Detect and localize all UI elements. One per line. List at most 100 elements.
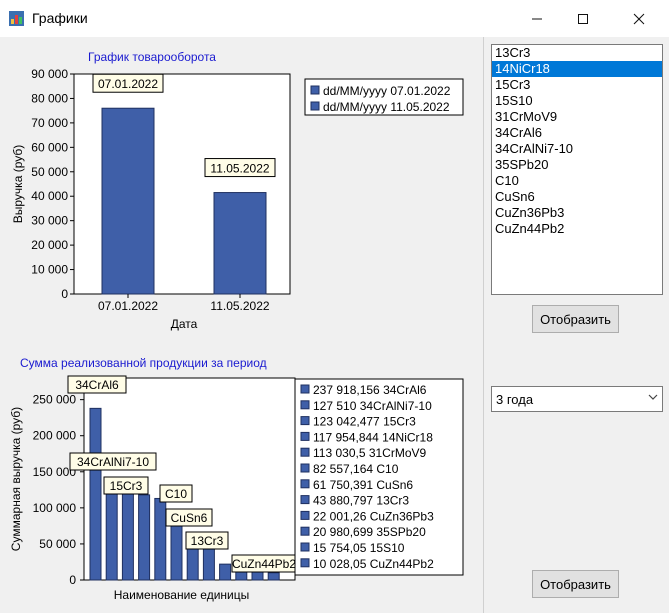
legend-entry: 15 754,05 15S10 — [313, 541, 405, 555]
bar[interactable] — [213, 192, 267, 295]
list-item[interactable]: 34CrAlNi7-10 — [492, 141, 662, 157]
minimize-icon — [532, 18, 542, 19]
chevron-down-icon[interactable] — [648, 392, 658, 405]
legend-entry: 43 880,797 13Cr3 — [313, 494, 409, 508]
legend-swatch — [310, 85, 320, 95]
chart-title: График товарооборота — [88, 50, 216, 64]
list-item[interactable]: 15S10 — [492, 93, 662, 109]
y-axis-label: Выручка (руб) — [11, 145, 25, 223]
sales-sum-chart: Сумма реализованной продукции за период 2… — [0, 350, 480, 610]
data-label: CuZn44Pb2 — [232, 557, 296, 571]
y-tick-label: 200 000 — [33, 429, 77, 443]
data-label: 34CrAl6 — [75, 378, 119, 392]
bar[interactable] — [101, 107, 155, 295]
legend-swatch — [300, 479, 310, 489]
sales-sum-chart-svg: Сумма реализованной продукции за период 2… — [9, 356, 464, 602]
title-bar: Графики — [0, 0, 669, 37]
turnover-chart: График товарооборота 90 000 80 000 70 000 60… — [0, 44, 480, 344]
y-tick-label: 80 000 — [31, 91, 68, 105]
period-combobox-value: 3 года — [496, 392, 534, 407]
data-label: 07.01.2022 — [98, 77, 158, 91]
y-tick-label: 10 000 — [31, 263, 68, 277]
data-label: C10 — [165, 487, 187, 501]
legend-swatch — [300, 447, 310, 457]
bar[interactable] — [170, 519, 183, 581]
y-tick-label: 30 000 — [31, 214, 68, 228]
y-tick-label: 250 000 — [33, 393, 77, 407]
y-tick-label: 60 000 — [31, 140, 68, 154]
legend-swatch — [300, 384, 310, 394]
chart-title: Сумма реализованной продукции за период — [20, 356, 267, 370]
bar[interactable] — [202, 547, 215, 581]
bar[interactable] — [121, 490, 134, 581]
x-tick-label: 07.01.2022 — [98, 299, 158, 313]
list-item[interactable]: 15Cr3 — [492, 77, 662, 93]
legend-entry: dd/MM/yyyy 11.05.2022 — [323, 100, 450, 114]
y-axis-label: Суммарная выручка (руб) — [9, 407, 23, 551]
y-tick-label: 50 000 — [31, 165, 68, 179]
y-tick-label: 0 — [69, 573, 76, 587]
x-axis-label: Дата — [171, 317, 198, 331]
bar[interactable] — [267, 572, 280, 581]
list-item[interactable]: 14NiCr18 — [492, 61, 662, 77]
maximize-icon — [578, 13, 588, 24]
list-item[interactable]: 35SPb20 — [492, 157, 662, 173]
close-button[interactable] — [616, 0, 662, 37]
list-item[interactable]: CuZn44Pb2 — [492, 221, 662, 237]
list-item[interactable]: CuZn36Pb3 — [492, 205, 662, 221]
data-label: 11.05.2022 — [210, 162, 269, 176]
bar[interactable] — [138, 494, 151, 581]
list-item[interactable]: 31CrMoV9 — [492, 109, 662, 125]
window-title: Графики — [32, 10, 88, 26]
data-label: 13Cr3 — [191, 534, 224, 548]
legend-entry: 82 557,164 C10 — [313, 462, 399, 476]
y-tick-label: 90 000 — [31, 67, 68, 81]
splitter[interactable] — [483, 37, 484, 613]
y-tick-label: 0 — [61, 287, 68, 301]
turnover-chart-svg: График товарооборота 90 000 80 000 70 000 60… — [11, 50, 464, 331]
x-axis-label: Наименование единицы — [114, 588, 249, 602]
legend-swatch — [300, 463, 310, 473]
legend-entry: 117 954,844 14NiCr18 — [313, 430, 433, 444]
legend-entry: 113 030,5 31CrMoV9 — [313, 446, 427, 460]
bar[interactable] — [219, 563, 232, 581]
product-listbox[interactable]: 13Cr3 14NiCr18 15Cr3 15S10 31CrMoV9 34CrAl6 34… — [491, 44, 663, 295]
y-tick-label: 50 000 — [39, 537, 76, 551]
y-tick-label: 70 000 — [31, 116, 68, 130]
legend-swatch — [300, 431, 310, 441]
show-button-top[interactable]: Отобразить — [532, 305, 619, 333]
legend-entry: 127 510 34CrAlNi7-10 — [313, 399, 432, 413]
list-item[interactable]: C10 — [492, 173, 662, 189]
legend-swatch — [300, 542, 310, 552]
legend-swatch — [300, 400, 310, 410]
data-label: 34CrAlNi7-10 — [77, 455, 149, 469]
x-tick-label: 11.05.2022 — [210, 299, 269, 313]
bar[interactable] — [89, 407, 102, 581]
legend-entry: 10 028,05 CuZn44Pb2 — [313, 557, 434, 571]
minimize-button[interactable] — [514, 0, 560, 37]
maximize-button[interactable] — [560, 0, 606, 37]
legend-entry: dd/MM/yyyy 07.01.2022 — [323, 84, 451, 98]
app-icon — [9, 11, 24, 26]
y-tick-label: 20 000 — [31, 238, 68, 252]
legend-swatch — [300, 558, 310, 568]
legend-swatch — [300, 495, 310, 505]
bar[interactable] — [105, 487, 118, 581]
data-label: 15Cr3 — [110, 479, 143, 493]
list-item[interactable]: CuSn6 — [492, 189, 662, 205]
period-combobox[interactable]: 3 года — [491, 386, 663, 412]
show-button-bottom[interactable]: Отобразить — [532, 570, 619, 598]
close-icon — [633, 13, 645, 24]
legend-swatch — [300, 510, 310, 520]
legend-entry: 22 001,26 CuZn36Pb3 — [313, 509, 434, 523]
list-item[interactable]: 13Cr3 — [492, 45, 662, 61]
data-label: CuSn6 — [171, 511, 208, 525]
legend-entry: 20 980,699 35SPb20 — [313, 525, 426, 539]
legend-swatch — [300, 416, 310, 426]
y-tick-label: 40 000 — [31, 189, 68, 203]
legend-entry: 61 750,391 CuSn6 — [313, 478, 413, 492]
list-item[interactable]: 34CrAl6 — [492, 125, 662, 141]
y-tick-label: 100 000 — [33, 501, 77, 515]
legend-swatch — [300, 526, 310, 536]
bar[interactable] — [154, 497, 167, 581]
